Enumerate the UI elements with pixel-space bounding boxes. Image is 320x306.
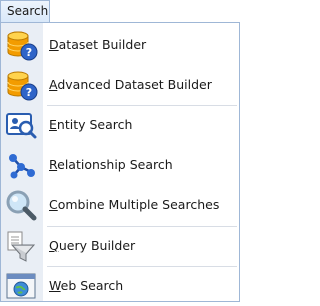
menu-item-dataset-builder[interactable]: ? Dataset Builder [1, 25, 239, 65]
menu-bar: Search [0, 0, 241, 23]
funnel-icon [4, 229, 38, 263]
dataset-builder-icon: ? [4, 28, 38, 62]
menu-item-label: Advanced Dataset Builder [49, 77, 212, 92]
menu-item-label: Relationship Search [49, 157, 173, 172]
menu-item-advanced-dataset-builder[interactable]: ? Advanced Dataset Builder [1, 65, 239, 105]
menu-item-label: Dataset Builder [49, 37, 147, 52]
menu-item-relationship-search[interactable]: Relationship Search [1, 145, 239, 185]
entity-search-icon [4, 108, 38, 142]
menu-item-label: Combine Multiple Searches [49, 197, 220, 212]
search-menu-button[interactable]: Search [0, 0, 50, 22]
web-search-icon [4, 269, 38, 303]
magnifier-icon [4, 188, 38, 222]
menu-item-label: Entity Search [49, 117, 133, 132]
menu-item-entity-search[interactable]: Entity Search [1, 105, 239, 145]
menu-item-label: Query Builder [49, 238, 136, 253]
search-dropdown-menu: ? Dataset Builder ? Advanced Dataset Bui… [0, 22, 240, 302]
svg-text:?: ? [26, 46, 32, 59]
svg-text:?: ? [26, 86, 32, 99]
relationship-search-icon [4, 148, 38, 182]
menu-item-label: Web Search [49, 278, 124, 293]
menu-item-combine-multiple-searches[interactable]: Combine Multiple Searches [1, 185, 239, 225]
advanced-dataset-builder-icon: ? [4, 68, 38, 102]
menu-item-query-builder[interactable]: Query Builder [1, 226, 239, 266]
menu-item-web-search[interactable]: Web Search [1, 266, 239, 306]
